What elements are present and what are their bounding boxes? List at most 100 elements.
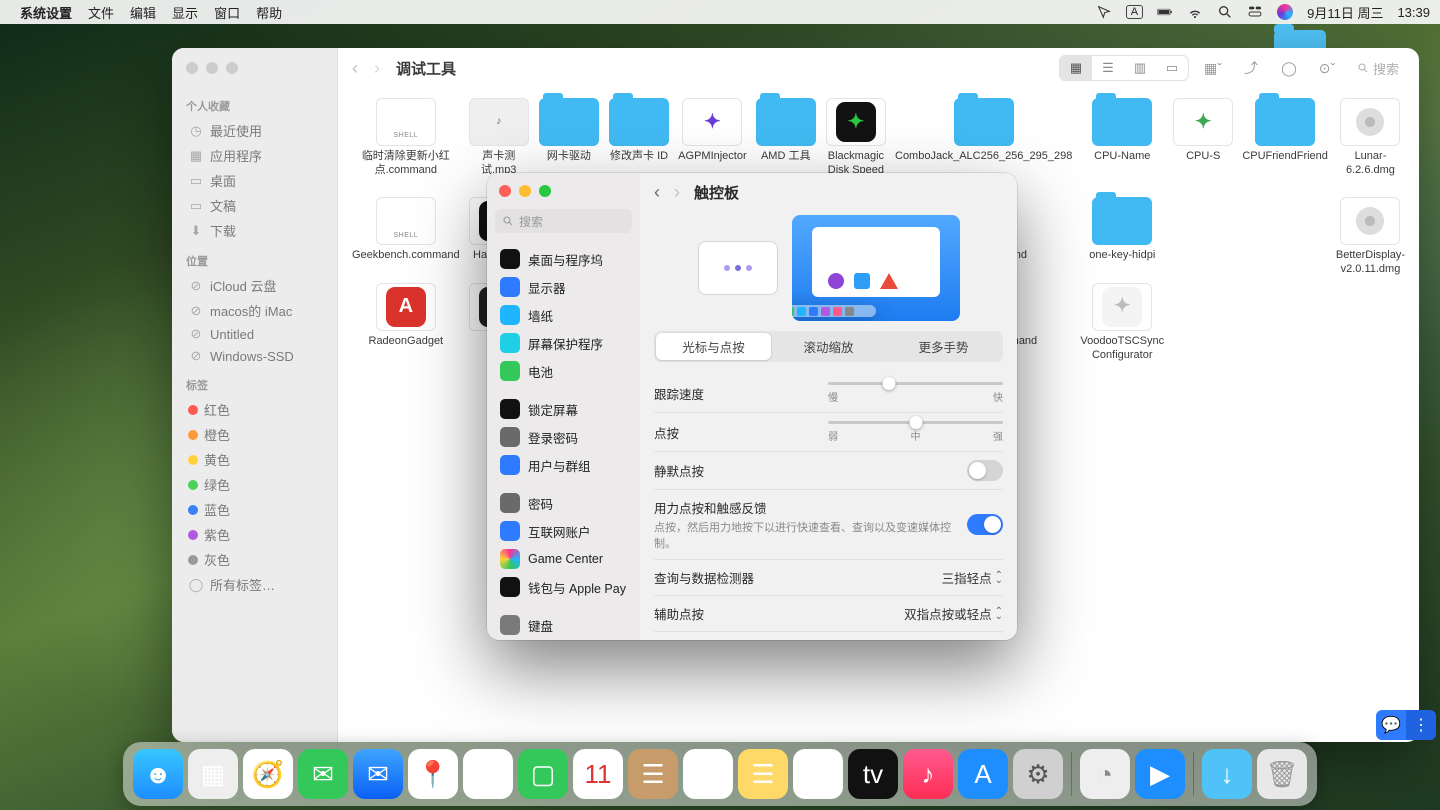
file-item[interactable]: BetterDisplay-v2.0.11.dmg	[1336, 197, 1405, 277]
dock-trash[interactable]: 🗑	[1257, 749, 1307, 799]
settings-side-item[interactable]: 屏幕保护程序	[493, 329, 634, 357]
menubar-cursor-icon[interactable]	[1096, 4, 1112, 20]
group-menu-icon[interactable]: ▦ˇ	[1199, 57, 1227, 79]
share-icon[interactable]: ⤴	[1237, 57, 1265, 79]
settings-search[interactable]: 搜索	[495, 209, 632, 233]
sidebar-loc-item[interactable]: ⊘iCloud 云盘	[182, 273, 327, 298]
tracking-speed-slider[interactable]: 慢快	[828, 382, 1003, 404]
dock-facetime[interactable]: ▢	[518, 749, 568, 799]
settings-side-item[interactable]: 电池	[493, 357, 634, 385]
trackpad-tabs[interactable]: 光标与点按 滚动缩放 更多手势	[654, 331, 1003, 362]
settings-side-item[interactable]: 密码	[493, 489, 634, 517]
secondary-popup[interactable]: 双指点按或轻点⌃⌄	[904, 604, 1003, 623]
tag-icon[interactable]: ◯	[1275, 57, 1303, 79]
settings-side-item[interactable]: 桌面与程序坞	[493, 245, 634, 273]
file-item[interactable]: Lunar-6.2.6.dmg	[1336, 98, 1405, 191]
dock-launchpad[interactable]: ▦	[188, 749, 238, 799]
dock-diskutil[interactable]: ◔	[1080, 749, 1130, 799]
tab-scroll-zoom[interactable]: 滚动缩放	[771, 333, 886, 360]
settings-side-item[interactable]: 鼠标	[493, 639, 634, 640]
dock-maps[interactable]: 📍	[408, 749, 458, 799]
nav-fwd-icon[interactable]: ›	[374, 58, 380, 79]
dock-downloads[interactable]: ↓	[1202, 749, 1252, 799]
lookup-popup[interactable]: 三指轻点⌃⌄	[942, 568, 1003, 587]
file-item[interactable]: CPU-Name	[1080, 98, 1164, 191]
dock-photos[interactable]: ✿	[463, 749, 513, 799]
dock-appstore[interactable]: A	[958, 749, 1008, 799]
menu-view[interactable]: 显示	[172, 3, 198, 22]
settings-side-item[interactable]: 墙纸	[493, 301, 634, 329]
dock-finder[interactable]: ☻	[133, 749, 183, 799]
dock-mail[interactable]: ✉	[353, 749, 403, 799]
settings-back-icon[interactable]: ‹	[654, 182, 660, 203]
file-item[interactable]: 临时清除更新小红点.command	[352, 98, 460, 191]
settings-side-item[interactable]: 锁定屏幕	[493, 395, 634, 423]
sidebar-tag-item[interactable]: 红色	[182, 397, 327, 422]
force-click-toggle[interactable]	[967, 514, 1003, 535]
view-switcher[interactable]: ▦ ☰ ▥ ▭	[1059, 55, 1189, 81]
menu-help[interactable]: 帮助	[256, 3, 282, 22]
input-source[interactable]: A	[1126, 5, 1143, 19]
settings-side-item[interactable]: 显示器	[493, 273, 634, 301]
settings-side-item[interactable]: 用户与群组	[493, 451, 634, 479]
sidebar-tag-item[interactable]: 灰色	[182, 547, 327, 572]
floating-widget[interactable]: 💬⋮	[1376, 710, 1436, 740]
sidebar-fav-item[interactable]: ◷最近使用	[182, 118, 327, 143]
window-controls[interactable]	[186, 62, 238, 74]
dock-reminders[interactable]: ☰	[683, 749, 733, 799]
sidebar-tag-item[interactable]: 蓝色	[182, 497, 327, 522]
sidebar-tag-item[interactable]: 绿色	[182, 472, 327, 497]
wifi-icon[interactable]	[1187, 4, 1203, 20]
menubar-time[interactable]: 13:39	[1397, 5, 1430, 20]
control-center-icon[interactable]	[1247, 4, 1263, 20]
dock-settings[interactable]: ⚙	[1013, 749, 1063, 799]
menubar-date[interactable]: 9月11日 周三	[1307, 3, 1383, 22]
menu-edit[interactable]: 编辑	[130, 3, 156, 22]
tab-point-click[interactable]: 光标与点按	[656, 333, 771, 360]
sidebar-tag-item[interactable]: ◯所有标签…	[182, 572, 327, 597]
dock-safari[interactable]: 🧭	[243, 749, 293, 799]
sidebar-loc-item[interactable]: ⊘Windows-SSD	[182, 345, 327, 367]
file-item[interactable]: ✦CPU-S	[1172, 98, 1234, 191]
finder-search[interactable]: 搜索	[1351, 57, 1405, 80]
file-item[interactable]: ARadeonGadget	[352, 283, 460, 363]
spotlight-icon[interactable]	[1217, 4, 1233, 20]
nav-back-icon[interactable]: ‹	[352, 58, 358, 79]
dock-music[interactable]: ♪	[903, 749, 953, 799]
app-name[interactable]: 系统设置	[20, 3, 72, 22]
action-menu-icon[interactable]: ⊙ˇ	[1313, 57, 1341, 79]
dock-play[interactable]: ▶	[1135, 749, 1185, 799]
file-item[interactable]: CPUFriendFriend	[1242, 98, 1328, 191]
settings-side-item[interactable]: Game Center	[493, 545, 634, 573]
file-item[interactable]: one-key-hidpi	[1080, 197, 1164, 277]
sidebar-loc-item[interactable]: ⊘Untitled	[182, 323, 327, 345]
settings-side-item[interactable]: 钱包与 Apple Pay	[493, 573, 634, 601]
settings-window-controls[interactable]	[487, 173, 640, 205]
settings-side-item[interactable]: 互联网账户	[493, 517, 634, 545]
tab-more-gestures[interactable]: 更多手势	[886, 333, 1001, 360]
dock-freeform[interactable]: 〰	[793, 749, 843, 799]
sidebar-tag-item[interactable]: 紫色	[182, 522, 327, 547]
dock-messages[interactable]: ✉	[298, 749, 348, 799]
file-item[interactable]: ✦VoodooTSCSync Configurator	[1080, 283, 1164, 363]
menu-file[interactable]: 文件	[88, 3, 114, 22]
sidebar-tag-item[interactable]: 黄色	[182, 447, 327, 472]
sidebar-loc-item[interactable]: ⊘macos的 iMac	[182, 298, 327, 323]
settings-side-item[interactable]: 键盘	[493, 611, 634, 639]
dock-calendar[interactable]: 11	[573, 749, 623, 799]
sidebar-fav-item[interactable]: ▦应用程序	[182, 143, 327, 168]
silent-click-toggle[interactable]	[967, 460, 1003, 481]
sidebar-fav-item[interactable]: ▭文稿	[182, 193, 327, 218]
dock-notes[interactable]: ☰	[738, 749, 788, 799]
dock-tv[interactable]: tv	[848, 749, 898, 799]
sidebar-fav-item[interactable]: ⬇下载	[182, 218, 327, 243]
file-item[interactable]: Geekbench.command	[352, 197, 460, 277]
sidebar-fav-item[interactable]: ▭桌面	[182, 168, 327, 193]
menu-window[interactable]: 窗口	[214, 3, 240, 22]
dock-contacts[interactable]: ☰	[628, 749, 678, 799]
sidebar-tag-item[interactable]: 橙色	[182, 422, 327, 447]
battery-icon[interactable]	[1157, 4, 1173, 20]
siri-icon[interactable]	[1277, 4, 1293, 20]
settings-side-item[interactable]: 登录密码	[493, 423, 634, 451]
click-strength-slider[interactable]: 弱中强	[828, 421, 1003, 443]
